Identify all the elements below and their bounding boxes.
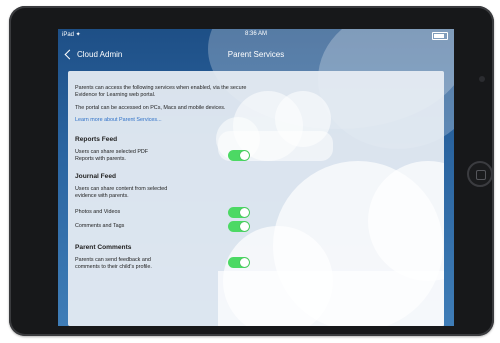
reports-feed-description: Users can share selected PDF Reports wit… [75,148,149,162]
photos-videos-row: Photos and Videos [75,207,250,221]
photos-videos-toggle[interactable] [228,207,250,219]
parent-comments-row: Parents can send feedback and comments t… [75,257,250,271]
settings-panel: Parents can access the following service… [68,71,444,326]
portal-paragraph: The portal can be accessed on PCs, Macs … [75,104,226,111]
navigation-bar: Cloud Admin Parent Services [58,41,454,73]
photos-videos-label: Photos and Videos [75,209,121,216]
comments-tags-toggle[interactable] [228,221,250,233]
reports-feed-toggle[interactable] [228,149,250,161]
comments-tags-label: Comments and Tags [75,223,125,230]
journal-feed-description: Users can share content from selected ev… [75,185,168,199]
status-bar: iPad ✦ 8:36 AM [58,29,454,41]
journal-feed-title: Journal Feed [75,172,117,180]
settings-content: Parents can access the following service… [75,85,250,271]
home-button[interactable] [467,161,493,187]
reports-feed-title: Reports Feed [75,136,118,144]
learn-more-link[interactable]: Learn more about Parent Services... [75,117,250,124]
home-square-icon [476,170,486,180]
battery-icon [432,32,448,40]
camera-icon [479,76,485,82]
status-time: 8:36 AM [244,31,267,37]
app-screen: iPad ✦ 8:36 AM Cloud Admin Parent Servic… [58,29,454,326]
ipad-device: iPad ✦ 8:36 AM Cloud Admin Parent Servic… [9,6,494,336]
parent-comments-title: Parent Comments [75,244,132,252]
page-title: Parent Services [227,50,285,59]
comments-tags-row: Comments and Tags [75,221,250,235]
parent-comments-description: Parents can send feedback and comments t… [75,257,152,270]
parent-comments-toggle[interactable] [228,257,250,269]
reports-feed-row: Users can share selected PDF Reports wit… [75,149,250,163]
intro-paragraph: Parents can access the following service… [75,85,247,98]
